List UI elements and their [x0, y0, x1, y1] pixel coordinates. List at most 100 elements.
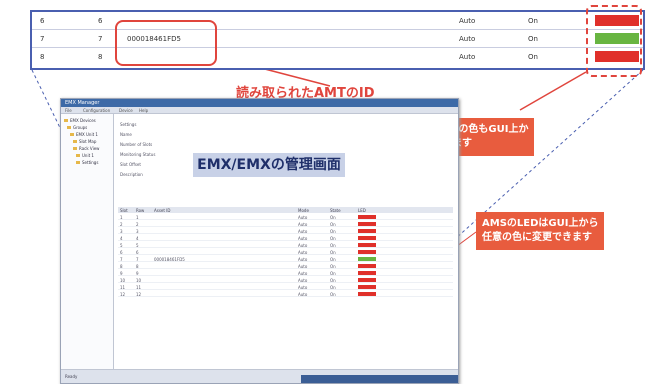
grid-header: Slot Row Asset ID Mode State LED — [118, 207, 453, 213]
column-header[interactable]: State — [330, 208, 341, 213]
state-cell: On — [330, 215, 336, 220]
state-cell: On — [330, 292, 336, 297]
tree-item[interactable]: Groups — [67, 125, 87, 130]
slot-cell: 12 — [120, 292, 126, 297]
slot-cell: 10 — [120, 278, 126, 283]
slot-cell: 1 — [120, 215, 123, 220]
table-row[interactable]: 10 10 Auto On — [118, 277, 453, 283]
row-cell: 12 — [136, 292, 142, 297]
row-cell: 3 — [136, 229, 139, 234]
state-cell: On — [330, 278, 336, 283]
menu-bar: File Configuration Device Help — [61, 107, 458, 114]
window-title: EMX Manager — [65, 100, 100, 106]
tree-item[interactable]: EMX Devices — [64, 118, 96, 123]
state-cell: On — [330, 222, 336, 227]
mode-cell: Auto — [298, 285, 308, 290]
app-title-banner: EMX/EMXの管理画面 — [193, 153, 345, 177]
row-cell: 8 — [136, 264, 139, 269]
column-header[interactable]: LED — [358, 208, 366, 213]
tree-item[interactable]: EMX Unit 1 — [70, 132, 98, 137]
slot-cell: 5 — [120, 243, 123, 248]
led-indicator[interactable] — [358, 264, 376, 268]
row-cell: 7 — [98, 35, 103, 43]
row-cell: 11 — [136, 285, 142, 290]
state-cell: On — [330, 243, 336, 248]
field-label: Slot Offset — [120, 162, 141, 167]
led-indicator[interactable] — [358, 222, 376, 226]
table-row[interactable]: 3 3 Auto On — [118, 228, 453, 234]
mode-cell: Auto — [298, 292, 308, 297]
tree-item[interactable]: Rack View — [73, 146, 99, 151]
state-cell: On — [528, 53, 538, 61]
row-cell: 5 — [136, 243, 139, 248]
mode-cell: Auto — [298, 229, 308, 234]
led-indicator[interactable] — [358, 285, 376, 289]
led-indicator[interactable] — [358, 257, 376, 261]
menu-item[interactable]: Configuration — [83, 108, 110, 113]
tree-item[interactable]: Slot Map — [73, 139, 96, 144]
slot-cell: 7 — [120, 257, 123, 262]
led-indicator[interactable] — [358, 292, 376, 296]
table-row[interactable]: 1 1 Auto On — [118, 214, 453, 220]
slot-cell: 2 — [120, 222, 123, 227]
column-header[interactable]: Slot — [120, 208, 128, 213]
field-label: Number of Slots — [120, 142, 153, 147]
field-label: Name — [120, 132, 132, 137]
field-label: Monitoring Status — [120, 152, 156, 157]
state-cell: On — [330, 257, 336, 262]
column-header[interactable]: Row — [136, 208, 144, 213]
mode-cell: Auto — [298, 271, 308, 276]
led-indicator[interactable] — [358, 236, 376, 240]
column-header[interactable]: Mode — [298, 208, 309, 213]
device-tree-sidebar: EMX Devices Groups EMX Unit 1 Slot Map R… — [61, 114, 114, 369]
tree-item[interactable]: Unit 1 — [76, 153, 94, 158]
state-cell: On — [330, 236, 336, 241]
slot-cell: 11 — [120, 285, 126, 290]
led-indicator[interactable] — [358, 243, 376, 247]
menu-item[interactable]: Help — [139, 108, 148, 113]
slot-cell: 6 — [120, 250, 123, 255]
slot-cell: 8 — [120, 264, 123, 269]
column-header[interactable]: Asset ID — [154, 208, 170, 213]
row-cell: 4 — [136, 236, 139, 241]
state-cell: On — [330, 229, 336, 234]
menu-item[interactable]: File — [65, 108, 72, 113]
mode-cell: Auto — [298, 278, 308, 283]
table-row[interactable]: 6 6 Auto On — [118, 249, 453, 255]
taskbar — [301, 375, 458, 383]
table-row[interactable]: 5 5 Auto On — [118, 242, 453, 248]
mode-cell: Auto — [298, 250, 308, 255]
status-text: Ready — [65, 374, 78, 379]
table-row[interactable]: 11 11 Auto On — [118, 284, 453, 290]
row-cell: 6 — [98, 17, 103, 25]
table-row[interactable]: 8 8 Auto On — [118, 263, 453, 269]
led-indicator[interactable] — [358, 215, 376, 219]
row-cell: 9 — [136, 271, 139, 276]
mode-cell: Auto — [298, 236, 308, 241]
table-row[interactable]: 12 12 Auto On — [118, 291, 453, 297]
table-row[interactable]: 7 7 000018461FD5 Auto On — [118, 256, 453, 262]
mode-cell: Auto — [459, 35, 476, 43]
led-col-leader-line — [519, 71, 587, 111]
row-cell: 8 — [98, 53, 103, 61]
mode-cell: Auto — [298, 243, 308, 248]
slot-cell: 6 — [40, 17, 45, 25]
led-change-callout: AMSのLEDはGUI上から 任意の色に変更できます — [476, 212, 605, 250]
menu-item[interactable]: Device — [119, 108, 133, 113]
led-indicator[interactable] — [358, 278, 376, 282]
row-cell: 2 — [136, 222, 139, 227]
mode-cell: Auto — [298, 264, 308, 269]
led-indicator[interactable] — [358, 229, 376, 233]
table-row[interactable]: 4 4 Auto On — [118, 235, 453, 241]
led-indicator[interactable] — [358, 250, 376, 254]
table-row[interactable]: 2 2 Auto On — [118, 221, 453, 227]
slot-cell: 7 — [40, 35, 45, 43]
slot-cell: 8 — [40, 53, 45, 61]
led-indicator[interactable] — [358, 271, 376, 275]
state-cell: On — [330, 271, 336, 276]
mode-cell: Auto — [459, 17, 476, 25]
tree-item[interactable]: Settings — [76, 160, 98, 165]
state-cell: On — [330, 264, 336, 269]
table-row[interactable]: 9 9 Auto On — [118, 270, 453, 276]
state-cell: On — [330, 285, 336, 290]
